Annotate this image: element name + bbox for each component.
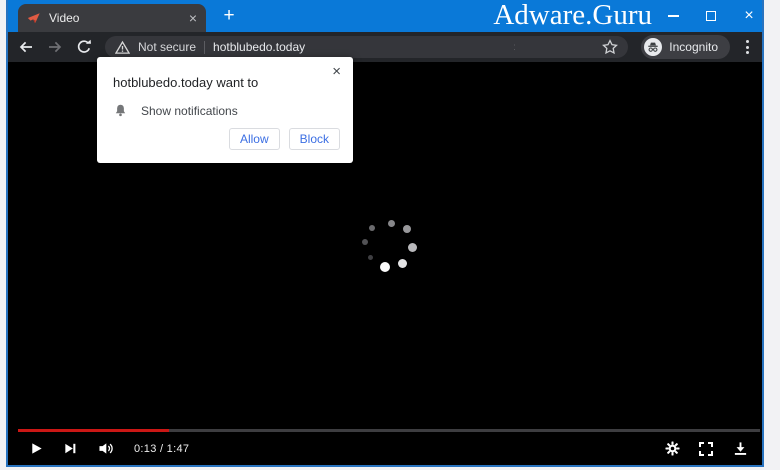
allow-button[interactable]: Allow (229, 128, 280, 150)
window-controls: × (667, 0, 755, 32)
reload-icon[interactable] (76, 39, 92, 55)
address-bar[interactable]: Not secure hotblubedo.today : (105, 36, 628, 58)
title-bar: Video × + Adware.Guru × (8, 0, 762, 32)
download-icon[interactable] (724, 436, 756, 462)
tab-video[interactable]: Video × (18, 4, 206, 32)
tab-close-icon[interactable]: × (189, 11, 197, 25)
url-text: hotblubedo.today (213, 40, 305, 54)
incognito-icon (644, 38, 662, 56)
dialog-buttons: Allow Block (229, 128, 340, 150)
controls-row: 0:13 / 1:47 (8, 432, 762, 465)
dialog-title: hotblubedo.today want to (97, 57, 353, 90)
incognito-label: Incognito (669, 40, 718, 54)
gear-icon[interactable] (656, 436, 688, 462)
notification-permission-dialog: × hotblubedo.today want to Show notifica… (97, 57, 353, 163)
maximize-icon[interactable] (705, 9, 717, 23)
permission-text: Show notifications (141, 104, 238, 118)
time-display: 0:13 / 1:47 (134, 443, 189, 455)
permission-row: Show notifications (113, 103, 353, 118)
browser-window: Video × + Adware.Guru × Not se (6, 0, 764, 467)
tab-title: Video (49, 11, 189, 25)
kebab-menu-icon[interactable] (743, 40, 752, 54)
progress-fill (18, 429, 169, 432)
fullscreen-icon[interactable] (690, 436, 722, 462)
back-icon[interactable] (18, 39, 34, 55)
page-artifact: : (513, 42, 516, 53)
video-controls: 0:13 / 1:47 (8, 429, 762, 465)
minimize-icon[interactable] (667, 9, 679, 23)
volume-icon[interactable] (88, 436, 124, 462)
forward-icon[interactable] (47, 39, 63, 55)
next-icon[interactable] (54, 436, 86, 462)
watermark-title: Adware.Guru (493, 0, 652, 32)
tab-favicon-icon (27, 11, 41, 25)
omnibox-divider (204, 41, 205, 54)
bell-icon (113, 103, 128, 118)
play-icon[interactable] (20, 436, 52, 462)
loading-spinner (359, 216, 421, 274)
new-tab-button[interactable]: + (215, 0, 243, 32)
incognito-badge: Incognito (641, 35, 730, 59)
omnibox-spacer: : (313, 42, 594, 53)
dialog-close-icon[interactable]: × (332, 64, 341, 79)
close-icon[interactable]: × (743, 9, 755, 23)
star-icon[interactable] (602, 39, 618, 55)
block-button[interactable]: Block (289, 128, 340, 150)
progress-bar[interactable] (18, 429, 760, 432)
warning-icon (115, 40, 130, 55)
security-label: Not secure (138, 40, 196, 54)
